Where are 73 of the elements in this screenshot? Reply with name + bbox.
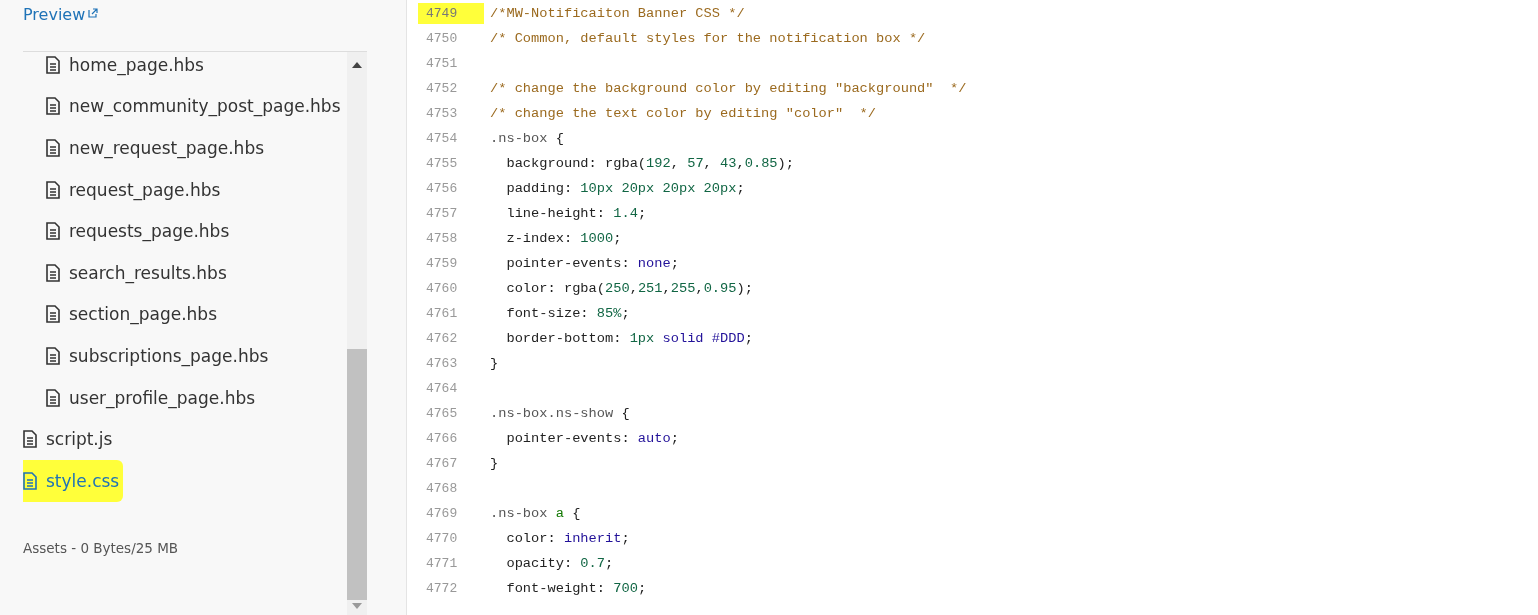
line-number: 4769 (425, 505, 459, 523)
file-icon (46, 388, 60, 407)
file-icon (46, 139, 60, 157)
file-icon (46, 222, 60, 241)
file-icon (46, 55, 60, 74)
file-item[interactable]: style.css (23, 459, 124, 502)
line-number: 4764 (425, 380, 459, 398)
code-line: color: rgba(250,251,255,0.95); (505, 281, 753, 296)
line-number: 4757 (425, 205, 459, 223)
scrollbar[interactable] (347, 52, 367, 615)
line-number: 4768 (425, 480, 459, 498)
line-number: 4756 (425, 180, 459, 198)
code-line: line-height: 1.4; (505, 206, 647, 221)
code-line: pointer-events: none; (505, 256, 679, 271)
code-line: color: inherit; (505, 531, 630, 546)
file-icon (23, 471, 37, 490)
file-item[interactable]: requests_page.hbs (46, 210, 234, 252)
line-number: 4760 (425, 280, 459, 298)
code-line: font-size: 85%; (505, 306, 630, 321)
line-number: 4770 (425, 530, 459, 548)
file-item[interactable]: section_page.hbs (46, 293, 221, 336)
line-number: 4762 (425, 330, 459, 348)
file-item[interactable]: new_request_page.hbs (46, 127, 269, 169)
line-number: 4765 (425, 405, 459, 423)
code-line: /* change the background color by editing "background" */ (490, 81, 967, 96)
scroll-up-icon[interactable] (351, 61, 363, 68)
line-number: 4759 (425, 255, 459, 273)
file-icon (46, 180, 60, 199)
code-line: .ns-box { (490, 131, 564, 146)
file-item[interactable]: user_profile_page.hbs (46, 376, 260, 419)
file-item[interactable]: home_page.hbs (46, 52, 208, 86)
line-number: 4750 (425, 30, 459, 48)
code-line: /* Common, default styles for the notification box */ (490, 31, 926, 46)
preview-link[interactable]: Preview (23, 5, 99, 29)
file-icon (46, 305, 60, 324)
line-number: 4763 (425, 355, 459, 373)
code-line: pointer-events: auto; (505, 431, 679, 446)
file-icon (23, 430, 37, 449)
line-number: 4758 (425, 230, 459, 248)
code-line: /* change the text color by editing "color" */ (490, 106, 877, 121)
file-item[interactable]: search_results.hbs (46, 251, 231, 294)
code-line: .ns-box a { (490, 506, 581, 521)
file-item[interactable]: subscriptions_page.hbs (46, 335, 273, 377)
file-item[interactable]: new_community_post_page.hbs (46, 85, 345, 128)
assets-usage: Assets - 0 Bytes/25 MB (23, 539, 179, 556)
line-number: 4771 (425, 555, 459, 573)
code-line: background: rgba(192, 57, 43,0.85); (505, 156, 794, 171)
line-number: 4767 (425, 455, 459, 473)
line-number: 4749 (418, 3, 484, 24)
line-number: 4755 (425, 155, 459, 173)
code-line: opacity: 0.7; (505, 556, 614, 571)
code-line: padding: 10px 20px 20px 20px; (505, 181, 745, 196)
scroll-down-icon[interactable] (351, 603, 363, 610)
external-link-icon (88, 8, 99, 18)
line-number: 4772 (425, 580, 459, 598)
file-icon (46, 263, 60, 282)
line-number: 4754 (425, 130, 459, 148)
file-icon (46, 346, 60, 365)
code-line: border-bottom: 1px solid #DDD; (505, 331, 753, 346)
line-number: 4766 (425, 430, 459, 448)
file-item[interactable]: request_page.hbs (46, 168, 225, 211)
code-line: .ns-box.ns-show { (490, 406, 630, 421)
line-number: 4761 (425, 305, 459, 323)
line-number: 4752 (425, 80, 459, 98)
code-line: } (490, 356, 499, 371)
code-line: z-index: 1000; (505, 231, 622, 246)
code-line: font-weight: 700; (505, 581, 647, 596)
file-icon (46, 97, 60, 116)
line-number: 4753 (425, 105, 459, 123)
code-line: } (490, 456, 499, 471)
file-item[interactable]: script.js (23, 418, 117, 460)
line-number: 4751 (425, 55, 459, 73)
code-line: /*MW-Notificaiton Banner CSS */ (490, 6, 745, 21)
